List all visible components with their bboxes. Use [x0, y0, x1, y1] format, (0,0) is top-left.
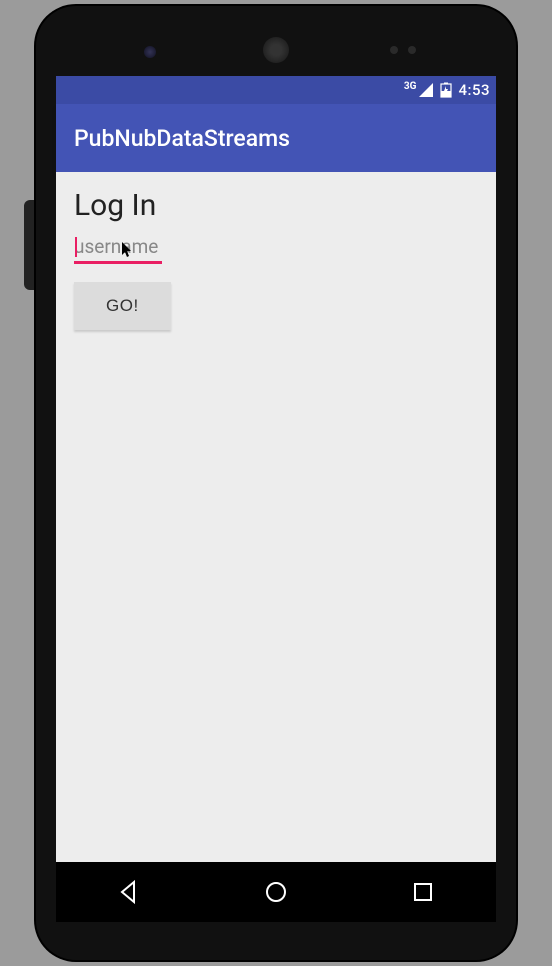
go-button[interactable]: GO! [74, 282, 171, 330]
phone-speaker-area [36, 30, 516, 70]
phone-frame: 3G 4:53 PubNubDataStreams Log In use [36, 6, 516, 960]
app-action-bar: PubNubDataStreams [56, 104, 496, 172]
back-button[interactable] [116, 879, 142, 905]
text-caret [75, 237, 77, 257]
network-type-label: 3G [404, 81, 417, 92]
sensor-dots [390, 46, 416, 54]
recents-button[interactable] [410, 879, 436, 905]
android-nav-bar [56, 862, 496, 922]
login-screen: Log In username GO! [56, 172, 496, 862]
home-button[interactable] [263, 879, 289, 905]
login-heading: Log In [74, 188, 478, 223]
input-underline [74, 261, 162, 264]
front-camera [144, 46, 156, 58]
phone-chin [36, 922, 516, 960]
signal-icon [418, 82, 434, 98]
username-input[interactable]: username [74, 235, 162, 264]
device-screen: 3G 4:53 PubNubDataStreams Log In use [56, 76, 496, 862]
phone-side-button [24, 200, 36, 290]
username-placeholder: username [74, 235, 158, 258]
battery-charging-icon [440, 82, 452, 98]
android-status-bar: 3G 4:53 [56, 76, 496, 104]
status-bar-clock: 4:53 [458, 81, 490, 99]
speaker-grille [263, 37, 289, 63]
app-title: PubNubDataStreams [74, 125, 290, 152]
